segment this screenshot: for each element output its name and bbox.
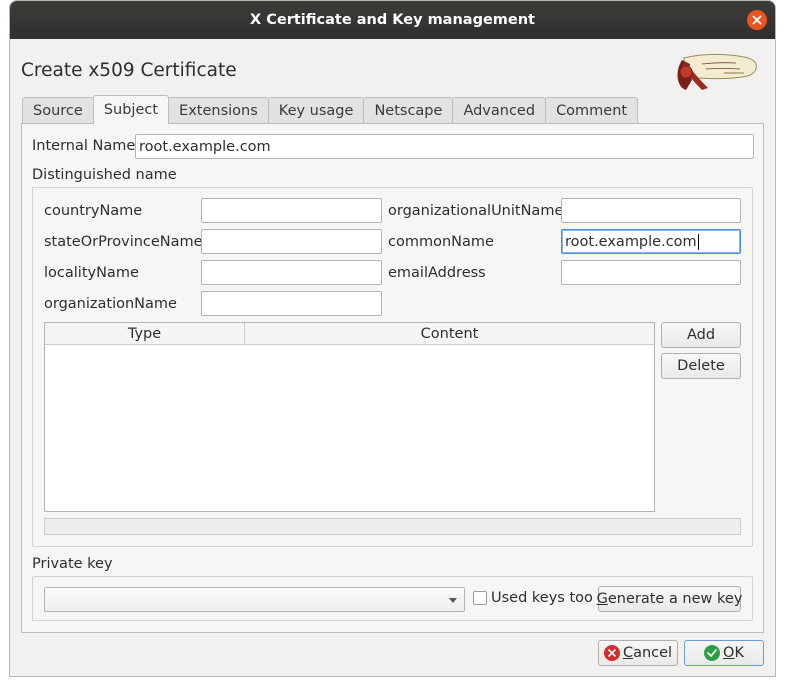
tab-source[interactable]: Source [22, 97, 94, 124]
cancel-icon [603, 645, 620, 661]
ok-button[interactable]: OK [684, 640, 764, 666]
tab-bar: Source Subject Extensions Key usage Nets… [22, 95, 639, 124]
window-title: X Certificate and Key management [250, 12, 535, 28]
add-button[interactable]: Add [661, 322, 741, 348]
dialog-heading: Create x509 Certificate [21, 60, 237, 81]
organization-input[interactable] [201, 291, 382, 316]
cancel-button[interactable]: Cancel [598, 640, 678, 666]
private-key-label: Private key [32, 556, 113, 572]
distinguished-name-label: Distinguished name [32, 167, 177, 183]
used-keys-checkbox[interactable] [473, 591, 487, 605]
ok-check-icon [704, 645, 721, 661]
horizontal-scrollbar[interactable] [44, 518, 741, 535]
ok-mnemonic: O [723, 645, 735, 661]
org-unit-input[interactable] [561, 198, 741, 223]
generate-key-mnemonic: G [596, 591, 608, 607]
delete-button[interactable]: Delete [661, 353, 741, 379]
close-button[interactable] [747, 10, 767, 30]
state-label: stateOrProvinceName [44, 234, 203, 250]
xca-logo-icon [677, 53, 757, 90]
organization-label: organizationName [44, 296, 177, 312]
locality-label: localityName [44, 265, 139, 281]
state-input[interactable] [201, 229, 382, 254]
text-cursor [697, 233, 699, 250]
tab-netscape[interactable]: Netscape [363, 97, 454, 124]
email-input[interactable] [561, 260, 741, 285]
internal-name-input[interactable]: root.example.com [135, 134, 754, 159]
cancel-label: ancel [633, 645, 673, 661]
tab-subject[interactable]: Subject [92, 95, 170, 124]
country-name-label: countryName [44, 203, 143, 219]
common-name-input[interactable]: root.example.com [561, 229, 741, 254]
internal-name-label: Internal Name [32, 138, 136, 154]
tab-extensions[interactable]: Extensions [168, 97, 269, 124]
private-key-group: Used keys too Generate a new key [32, 576, 753, 621]
close-icon [752, 15, 762, 25]
ok-label: K [734, 645, 744, 661]
generate-key-label: enerate a new key [607, 591, 743, 607]
column-header-type[interactable]: Type [45, 323, 245, 344]
tab-advanced[interactable]: Advanced [452, 97, 547, 124]
dialog-window: X Certificate and Key management Create … [9, 0, 776, 677]
common-name-label: commonName [388, 234, 494, 250]
tab-key-usage[interactable]: Key usage [267, 97, 365, 124]
tab-comment[interactable]: Comment [545, 97, 639, 124]
common-name-value: root.example.com [565, 233, 697, 250]
private-key-select[interactable] [44, 587, 465, 612]
table-header: Type Content [45, 323, 654, 345]
cancel-mnemonic: C [622, 645, 634, 661]
email-label: emailAddress [388, 265, 486, 281]
internal-name-value: root.example.com [139, 138, 271, 155]
org-unit-label: organizationalUnitName [388, 203, 564, 219]
subject-tab-panel: Internal Name root.example.com Distingui… [21, 123, 764, 633]
chevron-down-icon [449, 598, 457, 603]
country-name-input[interactable] [201, 198, 382, 223]
distinguished-name-group: countryName stateOrProvinceName locality… [32, 187, 753, 547]
column-header-content[interactable]: Content [245, 323, 654, 344]
locality-input[interactable] [201, 260, 382, 285]
dn-entries-table[interactable]: Type Content [44, 322, 655, 512]
generate-key-button[interactable]: Generate a new key [596, 586, 743, 612]
used-keys-label[interactable]: Used keys too [491, 590, 593, 606]
titlebar[interactable]: X Certificate and Key management [10, 1, 775, 39]
